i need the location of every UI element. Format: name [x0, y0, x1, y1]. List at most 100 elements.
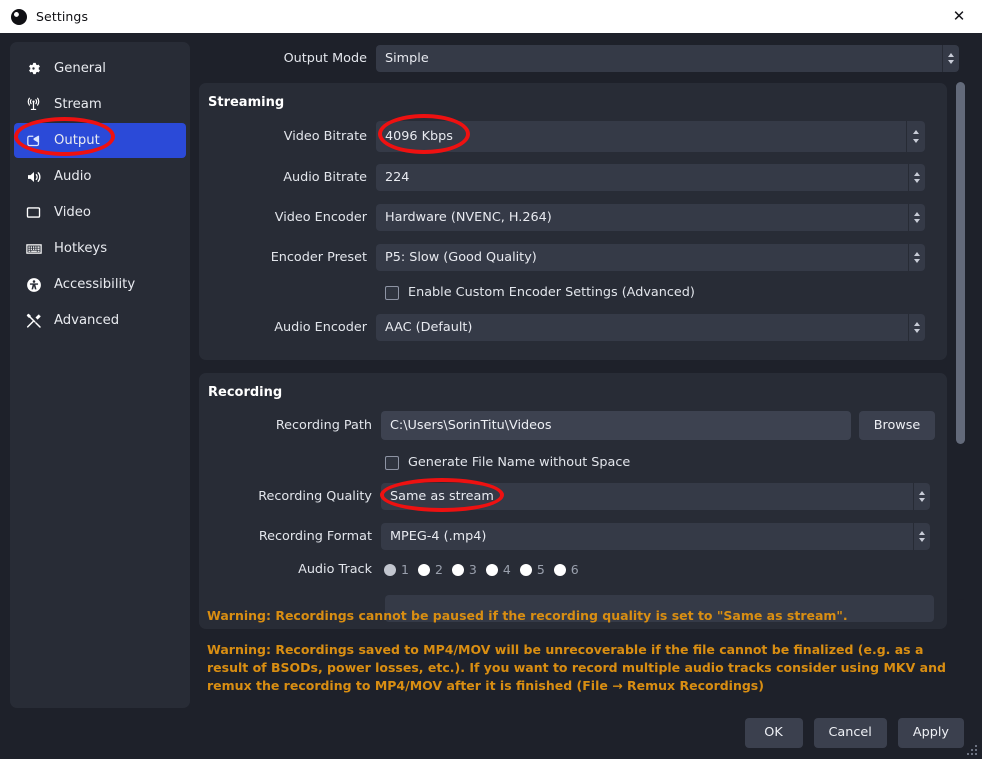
audio-track-row: Audio Track 1 2 3 4 5 6	[199, 562, 939, 577]
video-bitrate-label: Video Bitrate	[283, 129, 367, 144]
encoder-preset-label: Encoder Preset	[270, 250, 367, 265]
video-encoder-spinner[interactable]	[908, 204, 925, 231]
custom-encoder-settings-label: Enable Custom Encoder Settings (Advanced…	[408, 285, 695, 300]
generate-file-name-checkbox-row[interactable]: Generate File Name without Space	[385, 455, 630, 470]
audio-encoder-row: Audio Encoder AAC (Default)	[199, 314, 939, 341]
audio-encoder-spinner[interactable]	[908, 314, 925, 341]
output-mode-spinner[interactable]	[942, 45, 959, 72]
recording-format-combo[interactable]: MPEG-4 (.mp4)	[381, 523, 930, 550]
chevron-up-icon	[914, 172, 920, 176]
encoder-preset-spinner[interactable]	[908, 244, 925, 271]
audio-bitrate-value: 224	[385, 170, 410, 185]
chevron-down-icon	[914, 179, 920, 183]
sidebar-item-label: Hotkeys	[54, 241, 108, 256]
chevron-up-icon	[913, 130, 919, 134]
recording-format-row: Recording Format MPEG-4 (.mp4)	[199, 523, 939, 550]
radio-icon	[417, 563, 430, 576]
warning-text-2: Warning: Recordings saved to MP4/MOV wil…	[207, 642, 946, 693]
audio-encoder-label: Audio Encoder	[274, 320, 367, 335]
recording-format-label: Recording Format	[258, 529, 372, 544]
accessibility-icon	[24, 275, 43, 294]
chevron-down-icon	[913, 139, 919, 143]
video-encoder-combo[interactable]: Hardware (NVENC, H.264)	[376, 204, 925, 231]
recording-path-label: Recording Path	[275, 418, 372, 433]
custom-encoder-settings-checkbox-row[interactable]: Enable Custom Encoder Settings (Advanced…	[385, 285, 695, 300]
encoder-preset-value: P5: Slow (Good Quality)	[385, 250, 537, 265]
gear-icon	[24, 59, 43, 78]
tools-icon	[24, 311, 43, 330]
recording-format-spinner[interactable]	[913, 523, 930, 550]
sidebar-item-label: Audio	[54, 169, 92, 184]
output-mode-label: Output Mode	[283, 51, 367, 66]
monitor-icon	[24, 203, 43, 222]
browse-button[interactable]: Browse	[859, 411, 935, 440]
obs-logo-icon	[11, 8, 27, 25]
audio-track-option-3[interactable]: 3	[451, 562, 477, 577]
sidebar-item-label: General	[54, 61, 106, 76]
output-mode-combo[interactable]: Simple	[376, 45, 959, 72]
recording-quality-combo[interactable]: Same as stream	[381, 483, 930, 510]
recording-quality-spinner[interactable]	[913, 483, 930, 510]
output-screen-icon	[24, 131, 43, 150]
apply-button[interactable]: Apply	[897, 717, 964, 748]
chevron-down-icon	[914, 329, 920, 333]
sidebar-item-video[interactable]: Video	[10, 195, 190, 230]
encoder-preset-combo[interactable]: P5: Slow (Good Quality)	[376, 244, 925, 271]
radio-icon	[519, 563, 532, 576]
sidebar-item-accessibility[interactable]: Accessibility	[10, 267, 190, 302]
ok-button[interactable]: OK	[744, 717, 803, 748]
speaker-icon	[24, 167, 43, 186]
cancel-button[interactable]: Cancel	[813, 717, 887, 748]
sidebar-item-label: Advanced	[54, 313, 120, 328]
chevron-up-icon	[914, 322, 920, 326]
recording-format-value: MPEG-4 (.mp4)	[390, 529, 487, 544]
chevron-up-icon	[919, 491, 925, 495]
window-title: Settings	[36, 9, 89, 24]
chevron-down-icon	[919, 498, 925, 502]
chevron-up-icon	[914, 252, 920, 256]
sidebar-item-hotkeys[interactable]: Hotkeys	[10, 231, 190, 266]
audio-track-option-6[interactable]: 6	[553, 562, 579, 577]
recording-group: Recording Recording Path C:\Users\SorinT…	[199, 373, 947, 629]
audio-track-option-2[interactable]: 2	[417, 562, 443, 577]
audio-track-option-1[interactable]: 1	[384, 562, 409, 577]
output-mode-value: Simple	[385, 51, 429, 66]
generate-file-name-checkbox[interactable]	[385, 455, 399, 470]
recording-path-input[interactable]: C:\Users\SorinTitu\Videos	[381, 411, 851, 440]
settings-window: Settings ✕ General Stream Output Audio V…	[0, 0, 982, 759]
settings-content: Output Mode Simple Streaming Video Bitra…	[199, 42, 971, 629]
video-bitrate-spinbox[interactable]: 4096 Kbps	[376, 121, 925, 152]
broadcast-icon	[24, 95, 43, 114]
warning-messages: Warning: Recordings cannot be paused if …	[207, 607, 963, 695]
keyboard-icon	[24, 239, 43, 258]
video-bitrate-spinner[interactable]	[906, 121, 925, 152]
audio-track-radio-group: 1 2 3 4 5 6	[381, 562, 588, 577]
warning-text-1: Warning: Recordings cannot be paused if …	[207, 608, 848, 623]
sidebar-item-audio[interactable]: Audio	[10, 159, 190, 194]
audio-encoder-combo[interactable]: AAC (Default)	[376, 314, 925, 341]
audio-bitrate-label: Audio Bitrate	[283, 170, 367, 185]
chevron-down-icon	[914, 219, 920, 223]
audio-track-option-4[interactable]: 4	[485, 562, 511, 577]
radio-icon	[553, 563, 566, 576]
recording-path-value: C:\Users\SorinTitu\Videos	[390, 418, 552, 433]
audio-encoder-value: AAC (Default)	[385, 320, 473, 335]
resize-grip[interactable]	[967, 745, 978, 756]
settings-sidebar: General Stream Output Audio Video Hotkey…	[10, 42, 190, 708]
sidebar-item-stream[interactable]: Stream	[10, 87, 190, 122]
sidebar-item-label: Stream	[54, 97, 102, 112]
sidebar-item-general[interactable]: General	[10, 51, 190, 86]
content-scrollbar-thumb[interactable]	[956, 82, 965, 444]
title-bar: Settings ✕	[0, 0, 982, 33]
custom-encoder-settings-checkbox[interactable]	[385, 285, 399, 300]
sidebar-item-output[interactable]: Output	[14, 123, 186, 158]
audio-bitrate-spinner[interactable]	[908, 164, 925, 191]
sidebar-item-advanced[interactable]: Advanced	[10, 303, 190, 338]
audio-bitrate-combo[interactable]: 224	[376, 164, 925, 191]
streaming-group: Streaming Video Bitrate 4096 Kbps Audio …	[199, 83, 947, 360]
close-icon[interactable]: ✕	[936, 0, 982, 33]
video-bitrate-value: 4096 Kbps	[385, 129, 453, 144]
audio-track-option-5[interactable]: 5	[519, 562, 545, 577]
audio-bitrate-row: Audio Bitrate 224	[199, 164, 939, 191]
recording-quality-value: Same as stream	[390, 489, 494, 504]
